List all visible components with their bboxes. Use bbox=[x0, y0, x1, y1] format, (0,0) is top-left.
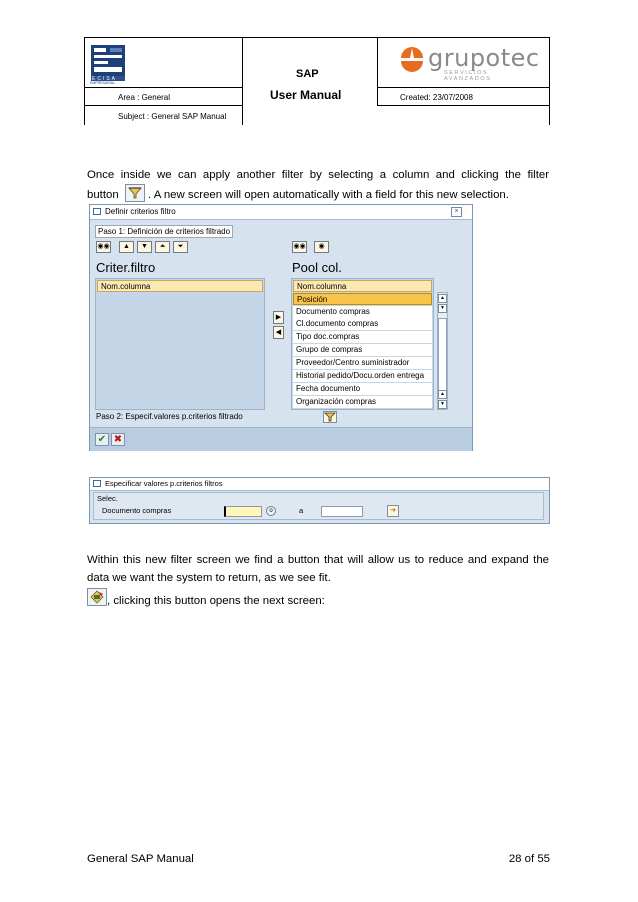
window-icon bbox=[93, 208, 101, 215]
header-row-line-right bbox=[377, 87, 550, 88]
header-row-line-left bbox=[84, 87, 242, 88]
footer-title: General SAP Manual bbox=[87, 853, 194, 865]
dialog-button-bar: ✔ ✖ bbox=[90, 427, 472, 451]
move-up-button[interactable]: ▲ bbox=[119, 241, 134, 253]
close-icon[interactable]: × bbox=[451, 207, 462, 217]
remove-criterion-button[interactable]: ◀ bbox=[273, 326, 284, 339]
confirm-check-icon[interactable]: ✔ bbox=[95, 433, 109, 446]
to-label: a bbox=[299, 506, 304, 515]
filter-criteria-heading: Criter.filtro bbox=[96, 260, 156, 275]
list-item[interactable]: Tipo doc.compras bbox=[293, 331, 432, 343]
multiple-selection-button-icon bbox=[87, 588, 107, 606]
column-pool-list: Nom.columna Posición Documento compras C… bbox=[291, 278, 434, 410]
move-bottom-button[interactable]: ⏷ bbox=[173, 241, 188, 253]
document-from-input[interactable] bbox=[224, 506, 262, 517]
scroll-up-icon[interactable]: ▲ bbox=[438, 390, 447, 399]
step-2-label: Paso 2: Especif.valores p.criterios filt… bbox=[96, 412, 243, 421]
list-item[interactable]: Proveedor/Centro suministrador bbox=[293, 357, 432, 369]
paragraph-1-line-1: Once inside we can apply another filter … bbox=[87, 169, 549, 181]
selection-group: Selec. Documento compras o a ➔ bbox=[93, 492, 544, 520]
ecisa-logo: ECISA EMPRESARIAL bbox=[90, 44, 126, 86]
list-item[interactable]: Documento compras bbox=[293, 306, 432, 318]
binoculars-icon[interactable]: ◉◉ bbox=[96, 241, 111, 253]
dialog-title-bar: Definir criterios filtro × bbox=[90, 205, 472, 220]
header-title-manual: User Manual bbox=[270, 88, 342, 102]
column-pool-scrollbar[interactable]: ▲ ▼ ▲ ▼ bbox=[437, 292, 448, 410]
window-icon bbox=[93, 480, 101, 487]
header-title-sap: SAP bbox=[296, 68, 319, 80]
scroll-up-icon[interactable]: ▲ bbox=[438, 294, 447, 303]
header-row-line-left-2 bbox=[84, 105, 242, 106]
header-area: Area : General bbox=[118, 93, 171, 102]
cancel-x-icon[interactable]: ✖ bbox=[111, 433, 125, 446]
list-item[interactable]: Nom.columna bbox=[97, 280, 263, 292]
grupotec-logo-sub: SERVICIOS AVANZADOS bbox=[444, 70, 492, 82]
footer-page-number: 28 of 55 bbox=[508, 853, 550, 865]
filter-criteria-list: Nom.columna bbox=[95, 278, 265, 410]
scroll-down-icon[interactable]: ▼ bbox=[438, 400, 447, 409]
paragraph-reduce-expand: Within this new filter screen we find a … bbox=[87, 554, 549, 584]
header-divider-1 bbox=[242, 37, 243, 125]
move-down-button[interactable]: ▼ bbox=[137, 241, 152, 253]
list-item[interactable]: Nom.columna bbox=[293, 280, 432, 292]
grupotec-logo: grupotec SERVICIOS AVANZADOS bbox=[398, 44, 540, 82]
move-top-button[interactable]: ⏶ bbox=[155, 241, 170, 253]
dialog-title: Especificar valores p.criterios filtros bbox=[105, 479, 223, 488]
column-pool-heading: Pool col. bbox=[292, 260, 342, 275]
list-item[interactable]: Historial pedido/Docu.orden entrega bbox=[293, 370, 432, 382]
find-next-icon[interactable]: ◉ bbox=[314, 241, 329, 253]
find-column-icon[interactable]: ◉◉ bbox=[292, 241, 307, 253]
header-row-line-right-2 bbox=[377, 105, 550, 106]
scroll-down-icon[interactable]: ▼ bbox=[438, 304, 447, 313]
document-to-input[interactable] bbox=[321, 506, 363, 517]
dialog-title: Definir criterios filtro bbox=[105, 207, 176, 216]
list-item[interactable]: Grupo de compras bbox=[293, 344, 432, 356]
header-border-right bbox=[549, 37, 550, 125]
filter-button-icon bbox=[124, 184, 145, 202]
multiple-selection-icon[interactable]: ➔ bbox=[387, 505, 399, 517]
list-item[interactable]: Organización compras bbox=[293, 396, 432, 408]
list-item[interactable]: Cl.documento compras bbox=[293, 318, 432, 330]
list-item-selected[interactable]: Posición bbox=[293, 293, 432, 305]
header-border-top bbox=[84, 37, 550, 38]
add-criterion-button[interactable]: ▶ bbox=[273, 311, 284, 324]
selection-options-icon[interactable]: o bbox=[266, 506, 276, 516]
header-created: Created: 23/07/2008 bbox=[400, 93, 473, 102]
paragraph-3-text: , clicking this button opens the next sc… bbox=[107, 595, 325, 607]
step-1-label: Paso 1: Definición de criterios filtrado bbox=[95, 225, 234, 238]
filter-icon[interactable] bbox=[323, 411, 337, 423]
header-divider-2 bbox=[377, 37, 378, 105]
define-filter-criteria-dialog: Definir criterios filtro × Paso 1: Defin… bbox=[89, 204, 473, 451]
header-subject: Subject : General SAP Manual bbox=[118, 112, 227, 121]
selection-group-label: Selec. bbox=[97, 494, 118, 503]
header-border-left bbox=[84, 37, 85, 125]
paragraph-button-opens: , clicking this button opens the next sc… bbox=[87, 588, 549, 610]
list-item[interactable]: Fecha documento bbox=[293, 383, 432, 395]
grupotec-logo-word: grupotec bbox=[428, 44, 540, 72]
paragraph-1-line-2-post: . A new screen will open automatically w… bbox=[148, 189, 509, 201]
specify-filter-values-dialog: Especificar valores p.criterios filtros … bbox=[89, 477, 550, 524]
dialog-title-bar: Especificar valores p.criterios filtros bbox=[90, 478, 549, 491]
ecisa-logo-sub: EMPRESARIAL bbox=[90, 81, 115, 85]
document-field-label: Documento compras bbox=[102, 506, 172, 515]
scroll-thumb[interactable] bbox=[438, 318, 447, 398]
paragraph-1-line-2-pre: button bbox=[87, 189, 119, 201]
paragraph-filter-intro: Once inside we can apply another filter … bbox=[87, 166, 549, 202]
